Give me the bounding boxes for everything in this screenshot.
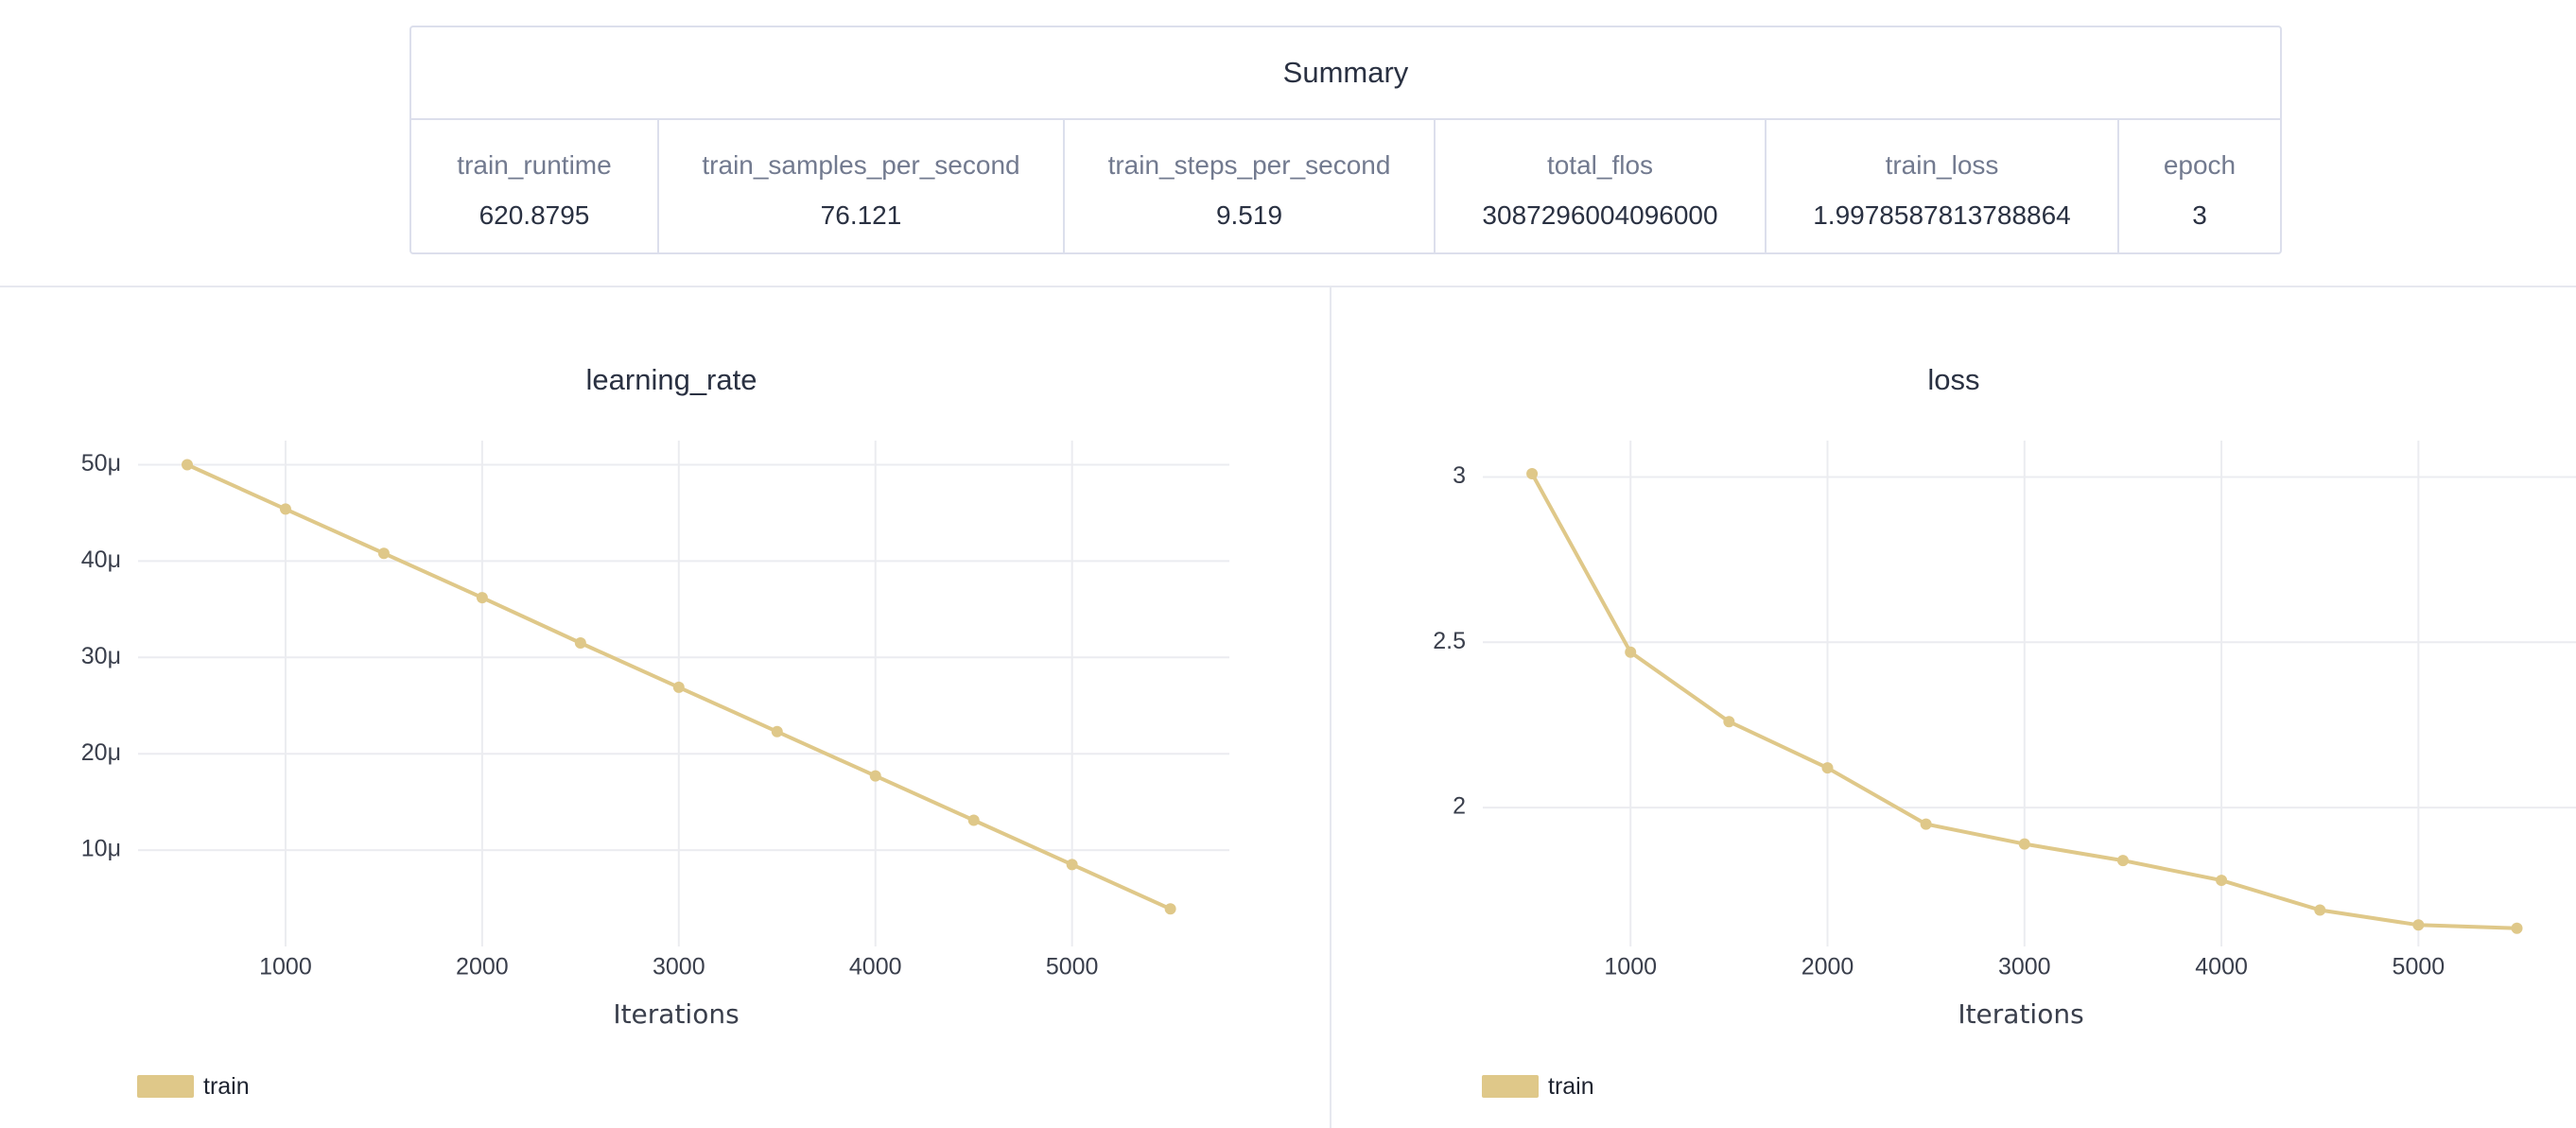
chart-panel-loss: loss 1000 2000 3000 4000 5000 2 2.5 3 Iterations… xyxy=(1332,287,2576,1128)
x-tick-label: 5000 xyxy=(1046,954,1099,980)
data-point xyxy=(1066,859,1078,871)
summary-cell-total-flos: total_flos 3087296004096000 xyxy=(1436,120,1767,254)
summary-cell-train-loss: train_loss 1.9978587813788864 xyxy=(1767,120,2119,254)
summary-row: train_runtime 620.8795 train_samples_per… xyxy=(411,120,2280,254)
data-point xyxy=(181,459,193,471)
summary-cell-train-samples-per-second: train_samples_per_second 76.121 xyxy=(659,120,1065,254)
data-point xyxy=(2314,904,2326,916)
data-point xyxy=(1821,762,1834,774)
data-point xyxy=(2216,875,2228,887)
data-point xyxy=(574,637,586,649)
y-tick-label: 30μ xyxy=(81,643,121,669)
x-tick-label: 5000 xyxy=(2393,954,2445,980)
summary-key: epoch xyxy=(2163,150,2237,180)
legend-swatch xyxy=(1482,1075,1539,1098)
data-point xyxy=(1723,716,1735,728)
summary-key: train_steps_per_second xyxy=(1107,150,1391,180)
chart-legend: train xyxy=(1482,1072,1594,1101)
data-point xyxy=(2412,919,2425,931)
y-tick-label: 2 xyxy=(1453,793,1466,820)
data-point xyxy=(2018,838,2030,850)
x-tick-label: 3000 xyxy=(653,954,705,980)
x-tick-label: 1000 xyxy=(1604,954,1657,980)
summary-cell-epoch: epoch 3 xyxy=(2119,120,2280,254)
legend-swatch xyxy=(137,1075,194,1098)
chart-panel-learning-rate: learning_rate 1000 2000 3000 4000 5000 10μ 20μ… xyxy=(0,287,1330,1128)
x-axis-label: Iterations xyxy=(1958,998,2083,1030)
x-tick-label: 4000 xyxy=(849,954,902,980)
data-point xyxy=(279,503,291,515)
summary-value: 620.8795 xyxy=(479,200,590,230)
data-point xyxy=(476,592,488,604)
learning-rate-chart: 1000 2000 3000 4000 5000 10μ 20μ 30μ 40μ 50μ Itera… xyxy=(81,441,1229,1030)
data-point xyxy=(672,681,685,693)
data-point xyxy=(1625,646,1637,658)
x-tick-label: 1000 xyxy=(259,954,312,980)
summary-cell-train-steps-per-second: train_steps_per_second 9.519 xyxy=(1065,120,1436,254)
y-tick-label: 40μ xyxy=(81,547,121,573)
data-point xyxy=(869,770,881,782)
y-tick-label: 10μ xyxy=(81,836,121,862)
x-tick-label: 2000 xyxy=(1801,954,1854,980)
summary-table: Summary train_runtime 620.8795 train_sam… xyxy=(409,26,2282,254)
summary-value: 1.9978587813788864 xyxy=(1813,200,2071,230)
legend-label[interactable]: train xyxy=(203,1073,250,1101)
y-tick-label: 50μ xyxy=(81,450,121,477)
data-point xyxy=(1920,818,1932,830)
y-tick-label: 2.5 xyxy=(1433,628,1466,654)
data-point xyxy=(377,547,390,560)
legend-label[interactable]: train xyxy=(1548,1073,1594,1101)
summary-value: 3087296004096000 xyxy=(1482,200,1718,230)
data-point xyxy=(1526,467,1539,479)
y-tick-label: 3 xyxy=(1453,462,1466,489)
summary-key: train_runtime xyxy=(457,150,612,180)
x-tick-label: 4000 xyxy=(2195,954,2248,980)
data-point xyxy=(1164,903,1176,915)
data-point xyxy=(2116,855,2129,867)
summary-key: total_flos xyxy=(1546,150,1654,180)
summary-cell-train-runtime: train_runtime 620.8795 xyxy=(411,120,659,254)
summary-key: train_samples_per_second xyxy=(702,150,1020,180)
data-point xyxy=(967,814,980,826)
summary-key: train_loss xyxy=(1885,150,1999,180)
x-axis-label: Iterations xyxy=(613,998,739,1030)
chart-legend: train xyxy=(137,1072,250,1101)
data-point xyxy=(2511,922,2523,934)
y-tick-label: 20μ xyxy=(81,739,121,766)
summary-value: 9.519 xyxy=(1215,200,1283,230)
x-tick-label: 3000 xyxy=(1998,954,2051,980)
x-tick-label: 2000 xyxy=(456,954,509,980)
loss-chart: 1000 2000 3000 4000 5000 2 2.5 3 Iterations xyxy=(1433,441,2576,1030)
summary-value: 3 xyxy=(2192,200,2207,230)
summary-title: Summary xyxy=(411,27,2280,120)
data-point xyxy=(771,725,783,738)
summary-value: 76.121 xyxy=(820,200,902,230)
